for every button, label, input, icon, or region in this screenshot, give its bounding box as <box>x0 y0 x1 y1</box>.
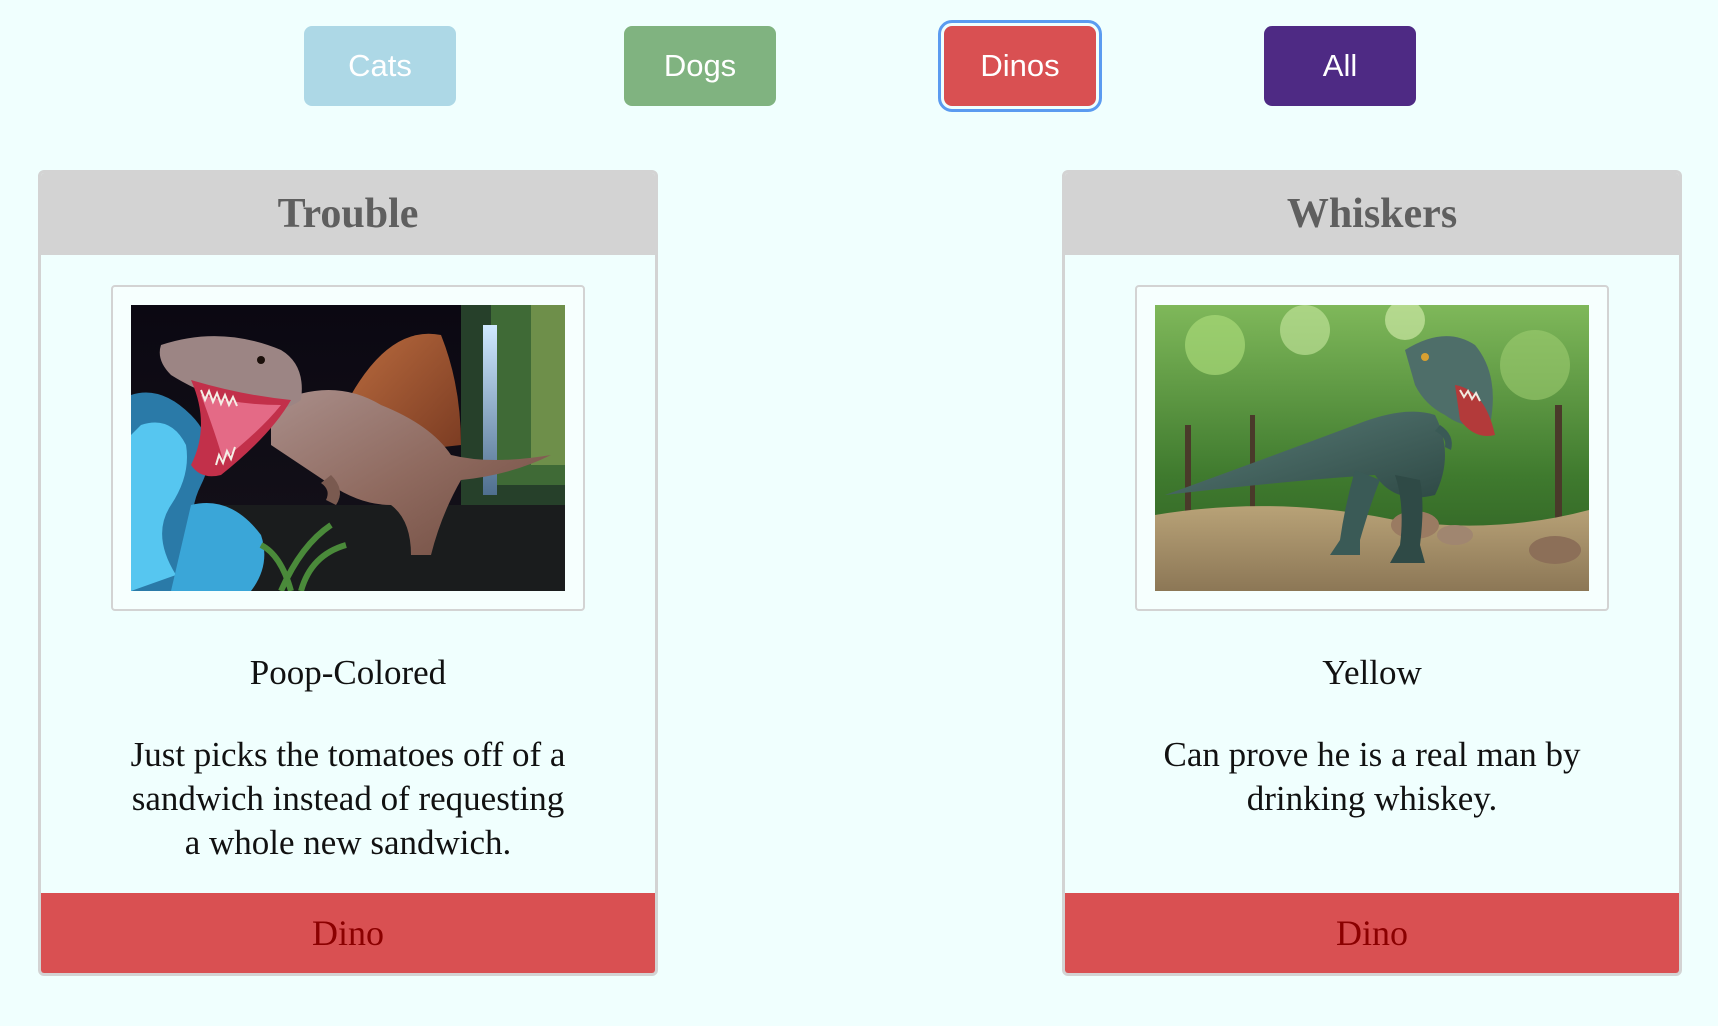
pet-card-whiskers: Whiskers Yellow Can prove he is a real m… <box>1062 170 1682 976</box>
card-description: Just picks the tomatoes off of a sandwic… <box>130 735 566 862</box>
all-filter-button[interactable]: All <box>1264 26 1416 106</box>
pet-card-trouble: Trouble Poop-Colored Just picks the toma… <box>38 170 658 976</box>
card-title: Whiskers <box>1065 173 1679 255</box>
card-type-footer: Dino <box>1065 893 1679 973</box>
spinosaurus-photo <box>131 305 565 591</box>
t-rex-photo <box>1155 305 1589 591</box>
card-description: Can prove he is a real man by drinking w… <box>1163 735 1581 818</box>
filter-bar: Cats Dogs Dinos All <box>0 20 1718 112</box>
card-image-frame <box>1135 285 1609 611</box>
card-title: Trouble <box>41 173 655 255</box>
dinos-filter-button[interactable]: Dinos <box>938 20 1102 112</box>
card-color-label: Poop-Colored <box>249 653 447 692</box>
card-color-label: Yellow <box>1322 653 1422 692</box>
dogs-filter-button[interactable]: Dogs <box>624 26 776 106</box>
card-type-footer: Dino <box>41 893 655 973</box>
card-image-frame <box>111 285 585 611</box>
cats-filter-button[interactable]: Cats <box>304 26 456 106</box>
